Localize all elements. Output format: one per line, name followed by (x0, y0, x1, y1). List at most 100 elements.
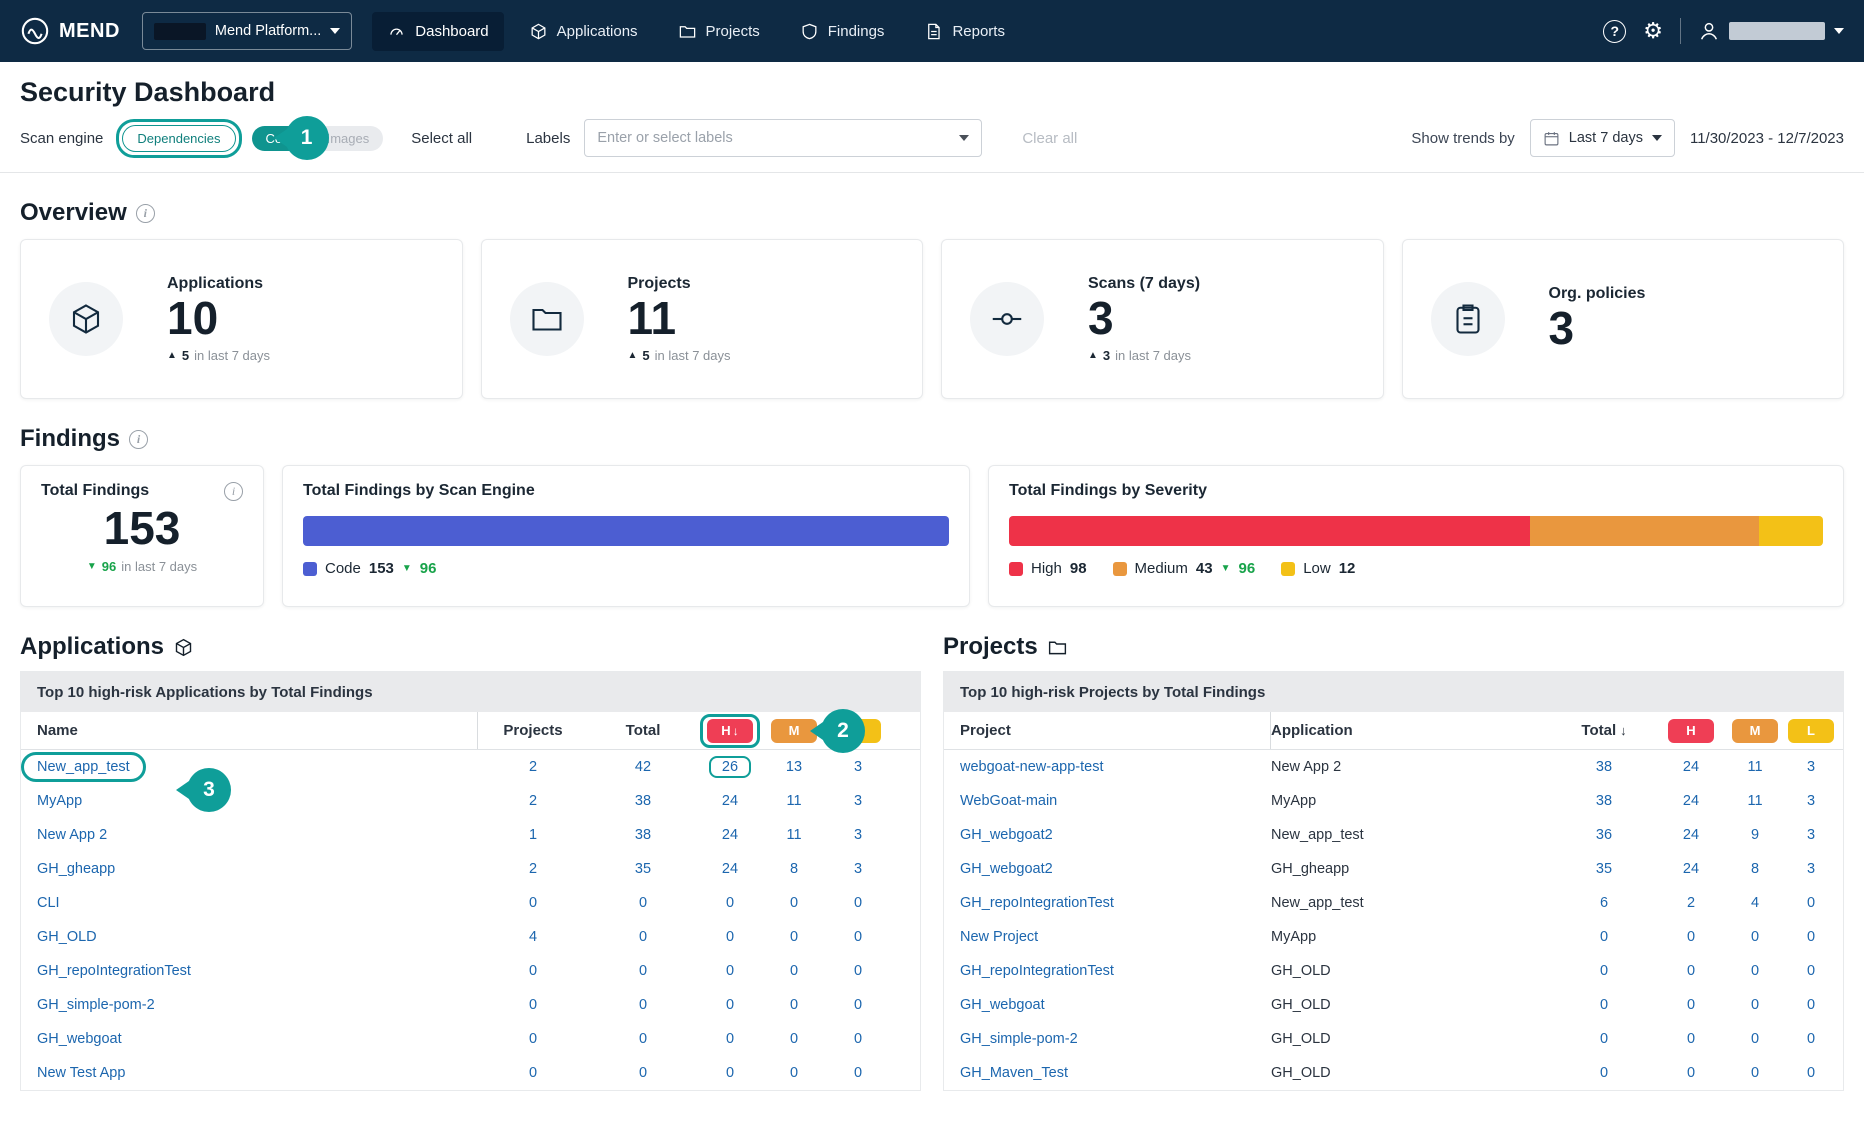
medium-count-link[interactable]: 0 (790, 963, 798, 979)
project-link[interactable]: GH_webgoat (960, 997, 1045, 1013)
application-link[interactable]: New_app_test (21, 752, 146, 782)
project-link[interactable]: GH_simple-pom-2 (960, 1031, 1078, 1047)
total-count-link[interactable]: 35 (635, 861, 651, 877)
high-count-link[interactable]: 24 (1683, 793, 1699, 809)
projects-count-link[interactable]: 0 (529, 895, 537, 911)
high-count-link[interactable]: 0 (726, 895, 734, 911)
high-count-link[interactable]: 24 (722, 827, 738, 843)
project-link[interactable]: New Project (960, 929, 1038, 945)
medium-count-link[interactable]: 9 (1751, 827, 1759, 843)
low-count-link[interactable]: 3 (1807, 827, 1815, 843)
nav-item-findings[interactable]: Findings (785, 12, 900, 51)
nav-item-reports[interactable]: Reports (909, 12, 1020, 51)
project-link[interactable]: GH_webgoat2 (960, 827, 1053, 843)
total-count-link[interactable]: 38 (1596, 793, 1612, 809)
total-count-link[interactable]: 38 (635, 827, 651, 843)
low-count-link[interactable]: 0 (854, 997, 862, 1013)
low-count-link[interactable]: 3 (1807, 793, 1815, 809)
clear-all-button[interactable]: Clear all (1022, 130, 1077, 147)
projects-count-link[interactable]: 1 (529, 827, 537, 843)
medium-count-link[interactable]: 13 (786, 759, 802, 775)
application-link[interactable]: MyApp (37, 793, 82, 809)
engine-pill-dependencies[interactable]: Dependencies (122, 125, 235, 152)
high-count-link[interactable]: 24 (1683, 827, 1699, 843)
projects-count-link[interactable]: 0 (529, 963, 537, 979)
projects-count-link[interactable]: 2 (529, 759, 537, 775)
nav-item-projects[interactable]: Projects (663, 12, 775, 51)
high-count-link[interactable]: 2 (1687, 895, 1695, 911)
medium-count-link[interactable]: 11 (1747, 793, 1762, 809)
medium-count-link[interactable]: 0 (1751, 963, 1759, 979)
project-link[interactable]: webgoat-new-app-test (960, 759, 1103, 775)
medium-count-link[interactable]: 0 (790, 997, 798, 1013)
application-link[interactable]: New Test App (37, 1065, 125, 1081)
column-header-high[interactable]: H (1659, 719, 1723, 743)
high-count-link[interactable]: 24 (1683, 861, 1699, 877)
total-count-link[interactable]: 0 (1600, 1065, 1608, 1081)
total-count-link[interactable]: 0 (639, 1065, 647, 1081)
medium-count-link[interactable]: 0 (790, 1065, 798, 1081)
projects-count-link[interactable]: 4 (529, 929, 537, 945)
project-link[interactable]: GH_webgoat2 (960, 861, 1053, 877)
medium-count-link[interactable]: 0 (790, 929, 798, 945)
application-link[interactable]: New App 2 (37, 827, 107, 843)
info-icon[interactable]: i (136, 204, 155, 223)
medium-count-link[interactable]: 11 (786, 827, 801, 843)
low-count-link[interactable]: 3 (854, 793, 862, 809)
column-header-total[interactable]: Total ↓ (1549, 722, 1659, 739)
project-link[interactable]: GH_repoIntegrationTest (960, 963, 1114, 979)
project-link[interactable]: GH_repoIntegrationTest (960, 895, 1114, 911)
gear-icon[interactable]: ⚙ (1643, 20, 1663, 42)
high-count-link[interactable]: 0 (1687, 963, 1695, 979)
medium-count-link[interactable]: 0 (790, 895, 798, 911)
high-count-link[interactable]: 0 (1687, 1031, 1695, 1047)
high-count-link[interactable]: 0 (1687, 929, 1695, 945)
labels-input[interactable] (597, 130, 959, 146)
projects-count-link[interactable]: 0 (529, 997, 537, 1013)
low-count-link[interactable]: 0 (854, 929, 862, 945)
medium-count-link[interactable]: 0 (1751, 929, 1759, 945)
total-count-link[interactable]: 36 (1596, 827, 1612, 843)
low-count-link[interactable]: 3 (1807, 759, 1815, 775)
high-count-link[interactable]: 0 (1687, 1065, 1695, 1081)
info-icon[interactable]: i (224, 482, 243, 501)
low-count-link[interactable]: 3 (854, 861, 862, 877)
total-count-link[interactable]: 6 (1600, 895, 1608, 911)
high-count-link[interactable]: 24 (1683, 759, 1699, 775)
nav-item-applications[interactable]: Applications (514, 12, 653, 51)
application-link[interactable]: GH_OLD (37, 929, 97, 945)
projects-count-link[interactable]: 2 (529, 861, 537, 877)
total-count-link[interactable]: 0 (1600, 1031, 1608, 1047)
high-count-link[interactable]: 0 (726, 1031, 734, 1047)
medium-count-link[interactable]: 0 (1751, 1065, 1759, 1081)
low-count-link[interactable]: 3 (854, 827, 862, 843)
column-header-application[interactable]: Application (1271, 722, 1549, 739)
total-count-link[interactable]: 38 (1596, 759, 1612, 775)
high-count-link[interactable]: 24 (722, 861, 738, 877)
column-header-name[interactable]: Name (21, 712, 478, 749)
high-count-link[interactable]: 0 (726, 963, 734, 979)
low-count-link[interactable]: 0 (1807, 895, 1815, 911)
total-count-link[interactable]: 38 (635, 793, 651, 809)
application-link[interactable]: GH_gheapp (37, 861, 115, 877)
org-selector-dropdown[interactable]: Mend Platform... (142, 12, 352, 50)
application-link[interactable]: GH_repoIntegrationTest (37, 963, 191, 979)
medium-count-link[interactable]: 0 (1751, 997, 1759, 1013)
project-link[interactable]: WebGoat-main (960, 793, 1057, 809)
total-count-link[interactable]: 0 (639, 929, 647, 945)
low-count-link[interactable]: 0 (854, 1065, 862, 1081)
medium-count-link[interactable]: 11 (786, 793, 801, 809)
low-count-link[interactable]: 3 (1807, 861, 1815, 877)
user-menu[interactable] (1698, 20, 1844, 42)
medium-count-link[interactable]: 4 (1751, 895, 1759, 911)
column-header-projects[interactable]: Projects (478, 722, 588, 739)
total-count-link[interactable]: 0 (639, 1031, 647, 1047)
info-icon[interactable]: i (129, 430, 148, 449)
high-count-link[interactable]: 0 (726, 1065, 734, 1081)
low-count-link[interactable]: 3 (854, 759, 862, 775)
projects-count-link[interactable]: 0 (529, 1031, 537, 1047)
column-header-medium[interactable]: M (1723, 719, 1787, 743)
medium-count-link[interactable]: 8 (1751, 861, 1759, 877)
select-all-link[interactable]: Select all (411, 130, 472, 147)
column-header-low[interactable]: L (1787, 719, 1835, 743)
